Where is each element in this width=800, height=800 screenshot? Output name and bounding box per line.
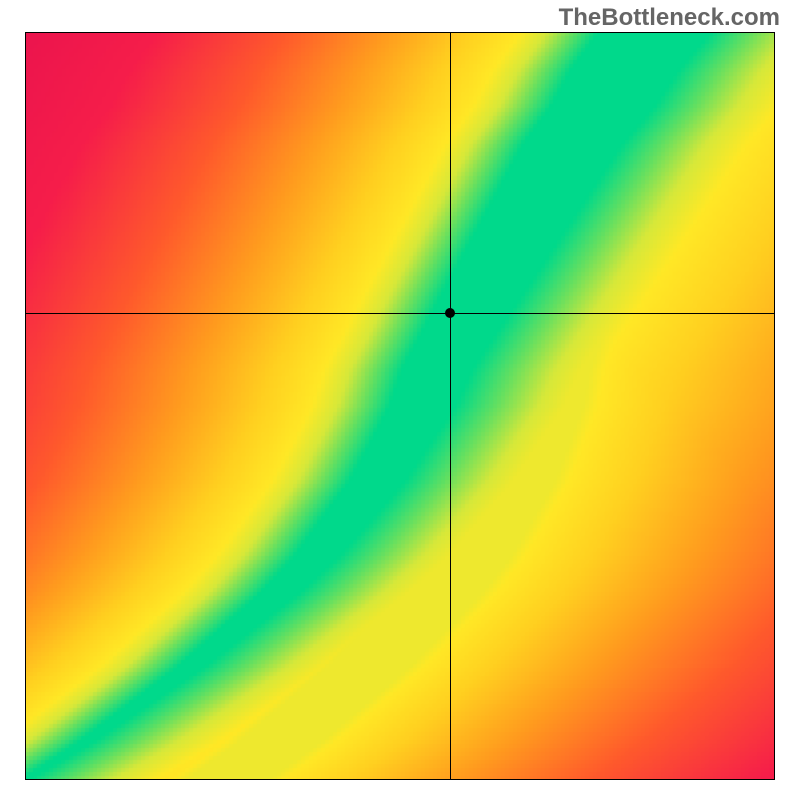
crosshair-horizontal <box>25 313 775 314</box>
watermark-text: TheBottleneck.com <box>559 4 780 32</box>
crosshair-marker <box>445 308 455 318</box>
crosshair-vertical <box>450 32 451 780</box>
bottleneck-heatmap-canvas <box>25 32 775 780</box>
